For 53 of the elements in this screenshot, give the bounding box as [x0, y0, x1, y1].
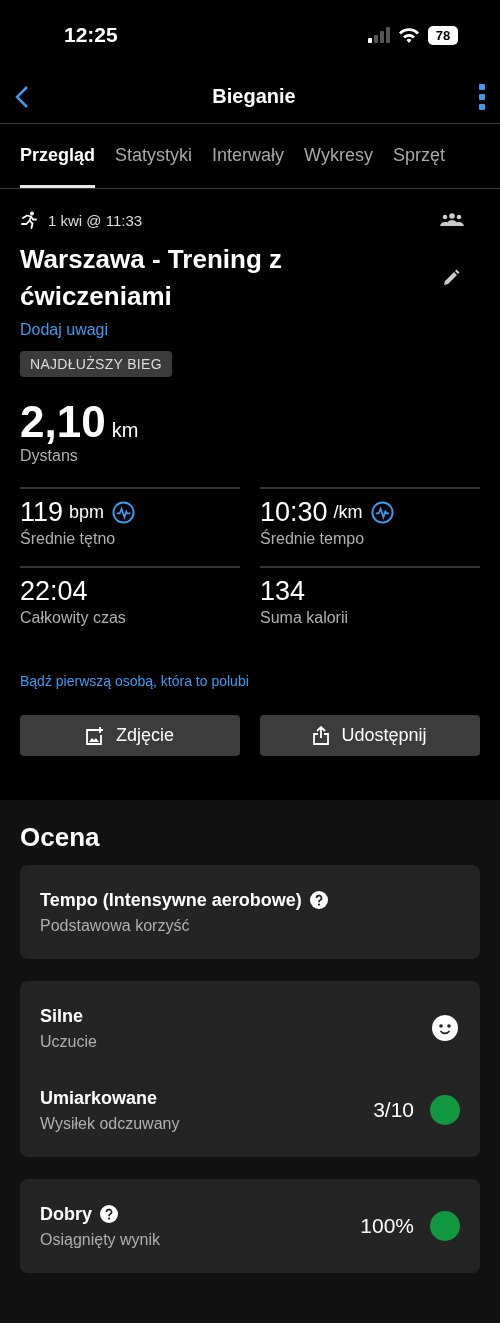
- stat-value: 134: [260, 576, 306, 607]
- battery-level: 78: [428, 25, 458, 45]
- help-icon[interactable]: [309, 891, 328, 909]
- screen-title: Bieganie: [212, 85, 296, 108]
- signal-icon: [368, 27, 390, 43]
- tab[interactable]: Interwały: [212, 124, 285, 188]
- tab[interactable]: Sprzęt: [392, 124, 445, 188]
- wifi-icon: [398, 27, 420, 43]
- pulse-chart-icon[interactable]: [112, 501, 136, 524]
- stat-label: Całkowity czas: [20, 609, 127, 627]
- pencil-icon[interactable]: [442, 269, 460, 287]
- achievement-badge: NAJDŁUŻSZY BIEG: [20, 351, 172, 377]
- running-person-icon: [20, 211, 38, 229]
- rating-title: Silne: [40, 1005, 83, 1027]
- rating-title: Dobry: [40, 1203, 92, 1225]
- more-menu-icon[interactable]: [478, 83, 486, 110]
- share-button[interactable]: Udostępnij: [260, 715, 480, 756]
- activity-date: 1 kwi @ 11:33: [48, 211, 143, 229]
- tab[interactable]: Wykresy: [304, 124, 373, 188]
- stat-value: 119: [20, 497, 64, 528]
- rating-value: 100%: [360, 1214, 414, 1238]
- stat-unit: /km: [333, 502, 363, 523]
- pulse-chart-icon[interactable]: [370, 501, 394, 524]
- rating-title: Umiarkowane: [40, 1087, 158, 1109]
- stat-unit: bpm: [69, 502, 105, 523]
- section-heading: Ocena: [20, 822, 101, 853]
- help-icon[interactable]: [100, 1205, 118, 1223]
- photo-button[interactable]: Zdjęcie: [20, 715, 240, 756]
- distance-value: 2,10: [20, 397, 106, 447]
- group-icon[interactable]: [440, 213, 464, 227]
- tab[interactable]: Przegląd: [20, 124, 96, 188]
- rating-subtitle: Osiągnięty wynik: [40, 1230, 161, 1249]
- share-icon: [313, 726, 330, 745]
- activity-title: Warszawa - Trening z ćwiczeniami: [20, 243, 283, 313]
- stat-label: Średnie tętno: [20, 530, 117, 548]
- like-link[interactable]: Bądź pierwszą osobą, która to polubi: [20, 673, 480, 689]
- rating-subtitle: Podstawowa korzyść: [40, 916, 191, 935]
- rating-title: Tempo (Intensywne aerobowe): [40, 889, 302, 911]
- stat-value: 22:04: [20, 576, 88, 607]
- stat-label: Średnie tempo: [260, 530, 366, 548]
- add-notes-link[interactable]: Dodaj uwagi: [20, 321, 480, 339]
- rating-value: 3/10: [373, 1098, 414, 1122]
- status-time: 12:25: [64, 23, 118, 47]
- add-photo-icon: [86, 726, 104, 745]
- rating-subtitle: Wysiłek odczuwany: [40, 1114, 180, 1133]
- stat-value: 10:30: [260, 497, 328, 528]
- distance-unit: km: [111, 419, 139, 442]
- rating-subtitle: Uczucie: [40, 1032, 97, 1051]
- smiley-icon: [432, 1015, 458, 1041]
- stat-label: Suma kalorii: [260, 609, 350, 627]
- tab[interactable]: Statystyki: [115, 124, 193, 188]
- back-icon[interactable]: [14, 84, 30, 109]
- distance-label: Dystans: [20, 447, 79, 465]
